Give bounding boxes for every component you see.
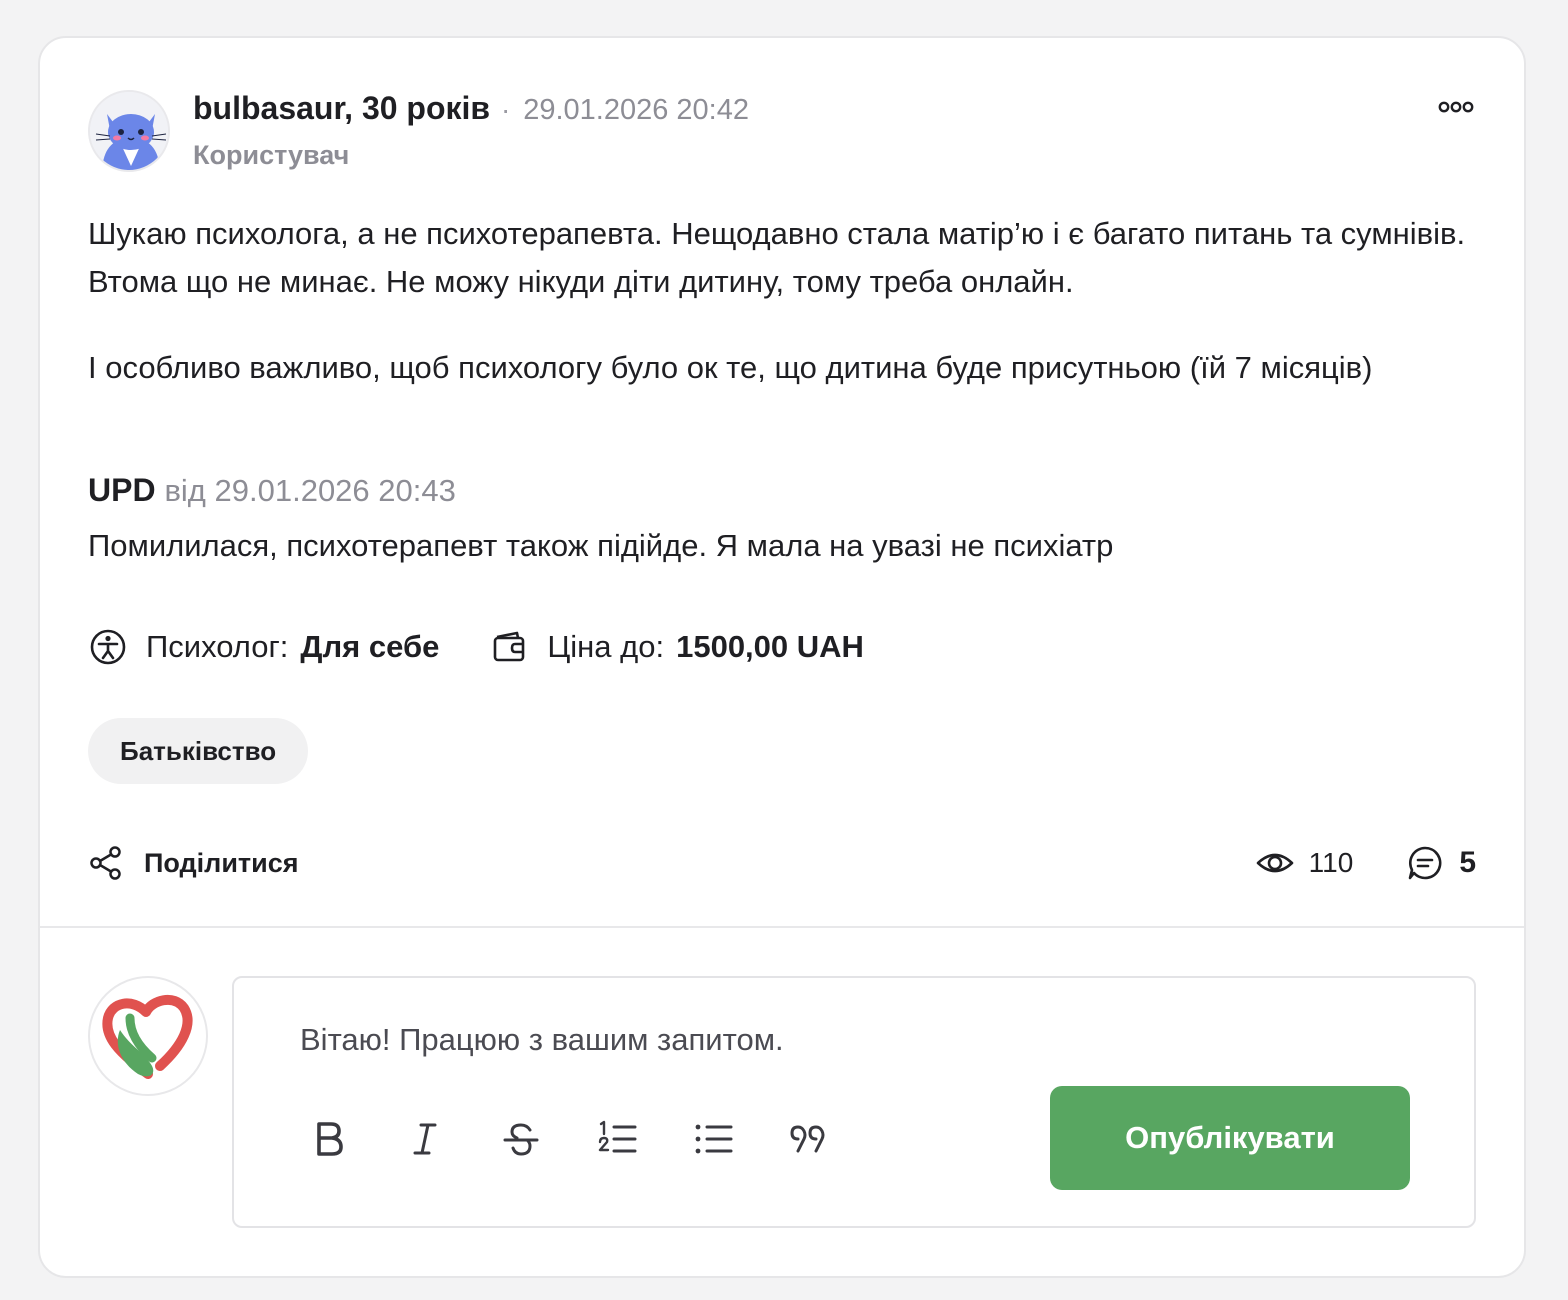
post-card: bulbasaur, 30 років · 29.01.2026 20:42 К… [38, 36, 1526, 1278]
cat-avatar-icon [90, 92, 168, 170]
update-text: Помилилася, психотерапевт також підійде.… [88, 528, 1114, 563]
post-body: Шукаю психолога, а не психотерапевта. Не… [88, 210, 1488, 392]
psychologist-label: Психолог: [146, 629, 289, 664]
comments-value: 5 [1459, 846, 1476, 879]
author-avatar[interactable] [88, 90, 170, 172]
reply-editor[interactable]: Вітаю! Працюю з вашим запитом. Опублікув… [232, 976, 1476, 1228]
ordered-list-icon [598, 1120, 637, 1153]
quote-icon [790, 1125, 825, 1153]
psychologist-type: Психолог: Для себе [88, 627, 439, 667]
italic-icon [413, 1123, 437, 1155]
bullet-list-icon [695, 1124, 733, 1154]
heart-hand-logo-icon [102, 994, 193, 1079]
separator-dot: · [500, 94, 511, 125]
views-count: 110 [1255, 843, 1354, 883]
author-role: Користувач [193, 140, 350, 170]
price-limit: Ціна до: 1500,00 UAH [489, 627, 864, 667]
more-options-button[interactable] [1436, 96, 1476, 118]
quote-button[interactable] [784, 1114, 834, 1164]
bold-button[interactable] [304, 1114, 354, 1164]
ordered-list-button[interactable] [592, 1114, 642, 1164]
author-name[interactable]: bulbasaur, 30 років [193, 90, 490, 126]
post-paragraph: Шукаю психолога, а не психотерапевта. Не… [88, 216, 1466, 299]
publish-button[interactable]: Опублікувати [1050, 1086, 1410, 1190]
bold-icon [317, 1122, 343, 1156]
bullet-list-button[interactable] [688, 1114, 738, 1164]
psychologist-value: Для себе [300, 629, 440, 664]
reply-avatar [88, 976, 208, 1096]
format-toolbar [304, 1114, 880, 1164]
comments-count[interactable]: 5 [1405, 843, 1476, 883]
price-label: Ціна до: [547, 629, 665, 664]
italic-button[interactable] [400, 1114, 450, 1164]
share-button[interactable]: Поділитися [88, 842, 299, 884]
update-header: UPD від 29.01.2026 20:43 [88, 472, 456, 509]
wallet-icon [494, 631, 525, 662]
strikethrough-icon [503, 1123, 539, 1156]
update-date: від 29.01.2026 20:43 [164, 473, 456, 508]
more-options-icon [1438, 101, 1474, 113]
eye-icon [1256, 853, 1293, 873]
divider [40, 926, 1524, 928]
update-label: UPD [88, 472, 156, 508]
price-value: 1500,00 UAH [676, 629, 864, 664]
share-icon [90, 846, 121, 880]
post-meta: Психолог: Для себе Ціна до: 1500,00 UAH [88, 626, 864, 668]
post-paragraph: І особливо важливо, щоб психологу було о… [88, 350, 1373, 385]
author-line: bulbasaur, 30 років · 29.01.2026 20:42 [193, 90, 749, 127]
post-date: 29.01.2026 20:42 [523, 94, 749, 126]
views-value: 110 [1308, 847, 1354, 878]
strikethrough-button[interactable] [496, 1114, 546, 1164]
share-label: Поділитися [144, 847, 299, 878]
reply-text[interactable]: Вітаю! Працюю з вашим запитом. [300, 1022, 784, 1058]
post-stats: 110 5 [1255, 842, 1476, 884]
person-circle-icon [90, 629, 126, 665]
topic-tag[interactable]: Батьківство [88, 718, 309, 784]
comment-icon [1409, 846, 1442, 880]
